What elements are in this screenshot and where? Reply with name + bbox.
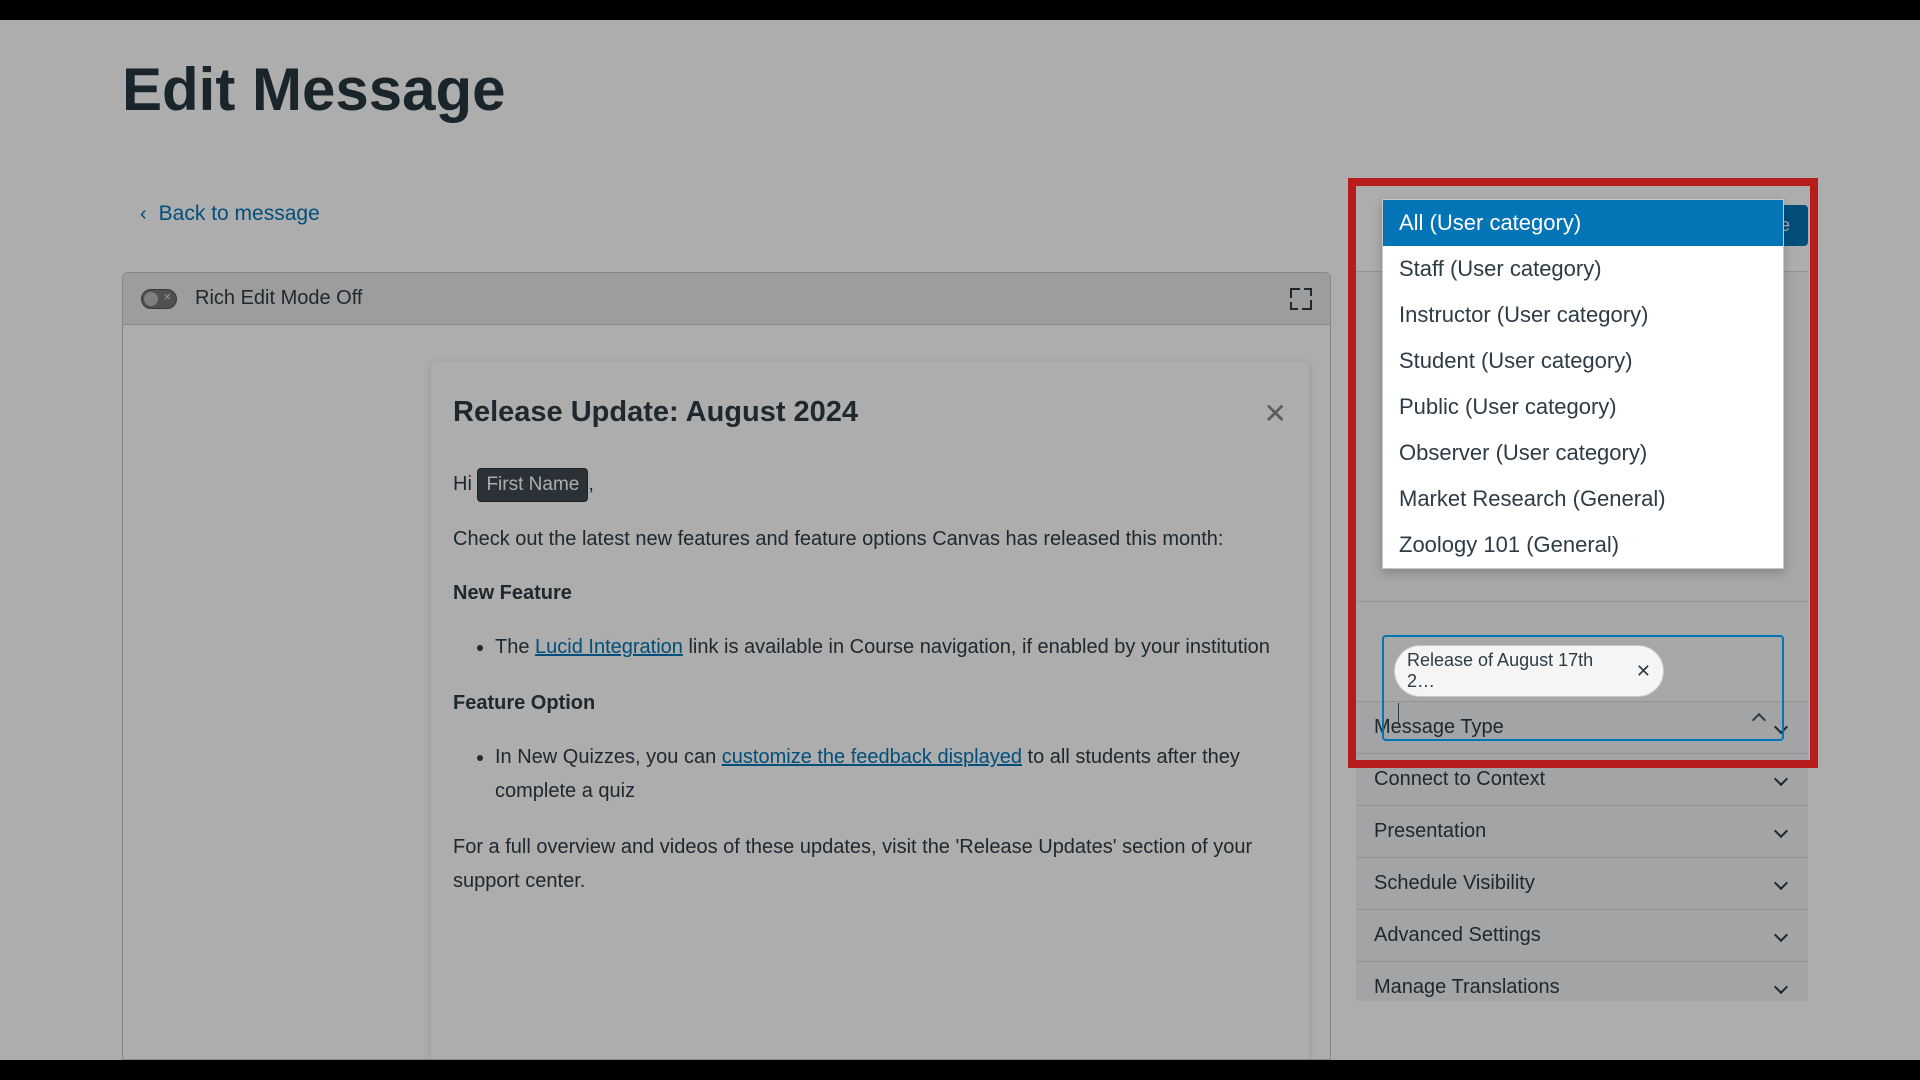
message-intro: Check out the latest new features and fe… <box>453 522 1287 556</box>
chevron-down-icon <box>1774 980 1790 996</box>
dropdown-option[interactable]: All (User category) <box>1383 200 1783 246</box>
dropdown-option[interactable]: Zoology 101 (General) <box>1383 522 1783 568</box>
chevron-down-icon <box>1774 876 1790 892</box>
lucid-integration-link[interactable]: Lucid Integration <box>535 636 683 658</box>
accordion-presentation[interactable]: Presentation <box>1356 806 1808 857</box>
list-item: In New Quizzes, you can customize the fe… <box>495 740 1287 808</box>
accordion-manage-translations[interactable]: Manage Translations <box>1356 962 1808 1001</box>
message-body: Hi First Name, Check out the latest new … <box>453 467 1287 898</box>
chevron-down-icon <box>1774 824 1790 840</box>
rich-edit-label: Rich Edit Mode Off <box>195 287 362 310</box>
rich-edit-toggle[interactable] <box>141 289 177 309</box>
dropdown-option[interactable]: Student (User category) <box>1383 338 1783 384</box>
text: link is available in Course navigation, … <box>683 636 1270 658</box>
first-name-token[interactable]: First Name <box>477 468 588 502</box>
text-cursor <box>1398 703 1399 725</box>
dropdown-option[interactable]: Public (User category) <box>1383 384 1783 430</box>
dropdown-option[interactable]: Staff (User category) <box>1383 246 1783 292</box>
label: Presentation <box>1374 820 1486 843</box>
text: In New Quizzes, you can <box>495 746 722 768</box>
label: Connect to Context <box>1374 768 1545 791</box>
accordion-advanced-settings[interactable]: Advanced Settings <box>1356 910 1808 961</box>
editor-toolbar: Rich Edit Mode Off <box>123 273 1330 325</box>
text: The <box>495 636 535 658</box>
chip-label: Release of August 17th 2… <box>1407 650 1620 692</box>
chevron-up-icon[interactable] <box>1752 709 1768 725</box>
chevron-left-icon: ‹ <box>140 204 147 224</box>
list-item: The Lucid Integration link is available … <box>495 630 1287 664</box>
label: Advanced Settings <box>1374 924 1541 947</box>
customize-feedback-link[interactable]: customize the feedback displayed <box>722 746 1022 768</box>
chevron-down-icon <box>1774 772 1790 788</box>
dropdown-option[interactable]: Instructor (User category) <box>1383 292 1783 338</box>
dropdown-option[interactable]: Market Research (General) <box>1383 476 1783 522</box>
dropdown-option[interactable]: Observer (User category) <box>1383 430 1783 476</box>
editor-panel: Rich Edit Mode Off Release Update: Augus… <box>122 272 1331 1060</box>
selected-tag-chip[interactable]: Release of August 17th 2… ✕ <box>1394 645 1664 697</box>
system-tags-input[interactable]: Release of August 17th 2… ✕ <box>1382 635 1784 741</box>
message-outro: For a full overview and videos of these … <box>453 830 1287 898</box>
label: Schedule Visibility <box>1374 872 1535 895</box>
back-link-label: Back to message <box>159 202 320 226</box>
back-to-message-link[interactable]: ‹ Back to message <box>140 202 320 226</box>
section-new-feature: New Feature <box>453 582 572 604</box>
page-title: Edit Message <box>122 55 505 124</box>
message-preview-card: Release Update: August 2024 ✕ Hi First N… <box>431 362 1309 1060</box>
expand-icon[interactable] <box>1290 288 1312 310</box>
section-feature-option: Feature Option <box>453 692 595 714</box>
accordion-schedule-visibility[interactable]: Schedule Visibility <box>1356 858 1808 909</box>
message-title: Release Update: August 2024 <box>453 396 1287 429</box>
close-icon[interactable]: ✕ <box>1264 400 1287 428</box>
accordion-connect-context[interactable]: Connect to Context <box>1356 754 1808 805</box>
tag-options-dropdown[interactable]: All (User category) Staff (User category… <box>1382 199 1784 569</box>
label: Manage Translations <box>1374 976 1560 999</box>
remove-chip-icon[interactable]: ✕ <box>1636 661 1651 682</box>
greeting-suffix: , <box>588 473 594 495</box>
chevron-down-icon <box>1774 928 1790 944</box>
greeting-prefix: Hi <box>453 473 477 495</box>
